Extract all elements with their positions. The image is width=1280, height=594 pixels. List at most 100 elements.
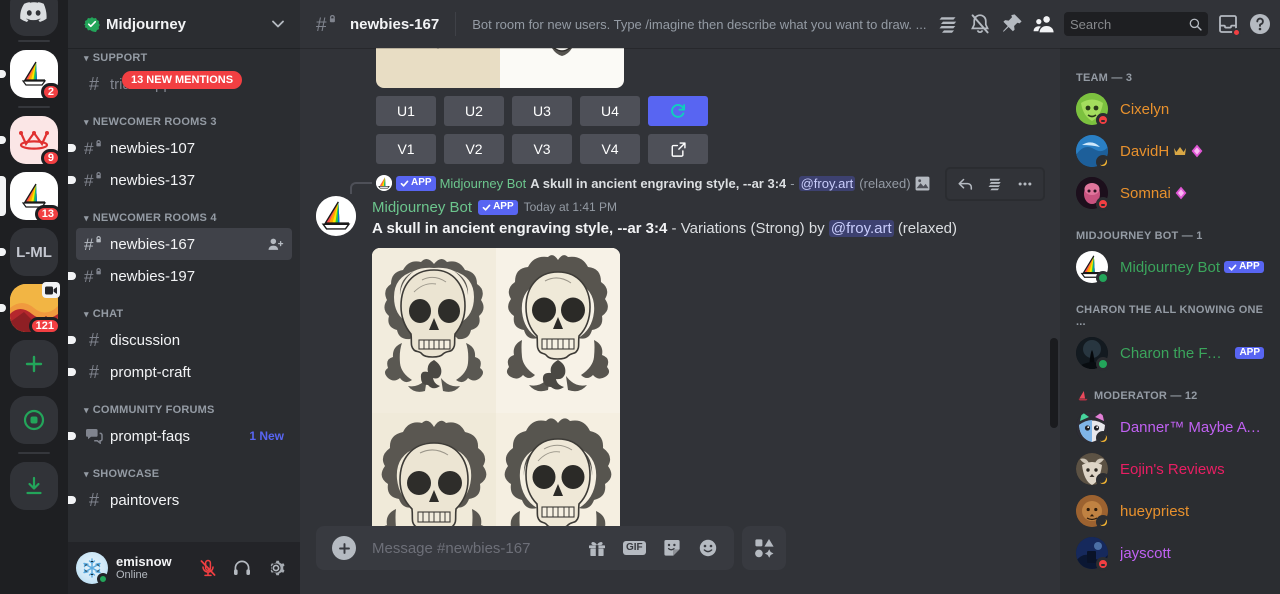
server-icon-midjourney[interactable]: 13 bbox=[0, 172, 61, 223]
message-content: A skull in ancient engraving style, --ar… bbox=[372, 219, 1044, 240]
add-member-icon[interactable] bbox=[268, 236, 284, 252]
category-newcomer-rooms-3[interactable]: ▾ NEWCOMER ROOMS 3 bbox=[68, 100, 300, 132]
chevron-down-icon[interactable] bbox=[272, 20, 284, 28]
help-icon[interactable] bbox=[1248, 12, 1272, 36]
message-input-box[interactable]: GIF bbox=[316, 526, 734, 570]
status-badge bbox=[1096, 473, 1110, 487]
mention-froy-art[interactable]: @froy.art bbox=[798, 175, 856, 191]
category-showcase[interactable]: ▾ SHOWCASE bbox=[68, 452, 300, 484]
member-row-hueypriest[interactable]: hueypriest bbox=[1068, 490, 1272, 532]
members-icon[interactable] bbox=[1032, 12, 1056, 36]
server-icon-l-ml[interactable]: L-ML bbox=[0, 228, 58, 276]
sidebar-item-prompt-craft[interactable]: # prompt-craft bbox=[68, 356, 292, 388]
member-name: hueypriest bbox=[1120, 503, 1189, 520]
member-row-somnai[interactable]: Somnai bbox=[1068, 172, 1272, 214]
attach-button[interactable] bbox=[332, 536, 356, 560]
app-badge-label: APP bbox=[1239, 347, 1260, 358]
sidebar-item-paintovers[interactable]: # paintovers bbox=[68, 484, 292, 516]
divider bbox=[455, 12, 457, 36]
open-external-button[interactable] bbox=[648, 134, 708, 164]
u3-button[interactable]: U3 bbox=[512, 96, 572, 126]
v2-button[interactable]: V2 bbox=[444, 134, 504, 164]
emoji-icon[interactable] bbox=[698, 538, 718, 558]
message-attachment-image[interactable] bbox=[372, 247, 620, 526]
v4-button[interactable]: V4 bbox=[580, 134, 640, 164]
member-row-charon-the-faq[interactable]: Charon the FAQ ... APP bbox=[1068, 332, 1272, 374]
gem-icon bbox=[1175, 186, 1187, 200]
message-scrollbar[interactable] bbox=[1050, 338, 1058, 428]
gif-icon[interactable]: GIF bbox=[623, 541, 646, 555]
topbar-actions bbox=[936, 12, 1272, 37]
server-icon-discord-home[interactable] bbox=[10, 0, 58, 36]
member-row-eojins-reviews[interactable]: Eojin's Reviews bbox=[1068, 448, 1272, 490]
notification-off-icon[interactable] bbox=[968, 12, 992, 36]
sidebar-item-newbies-197[interactable]: # newbies-197 bbox=[68, 260, 292, 292]
add-server-button[interactable] bbox=[10, 340, 58, 388]
u2-button[interactable]: U2 bbox=[444, 96, 504, 126]
status-badge bbox=[1096, 197, 1110, 211]
sidebar-item-newbies-137[interactable]: # newbies-137 bbox=[68, 164, 292, 196]
unread-indicator bbox=[68, 496, 76, 504]
verified-badge-icon bbox=[84, 16, 100, 32]
member-row-midjourney-bot[interactable]: Midjourney Bot APP bbox=[1068, 246, 1272, 288]
channel-topic[interactable]: Bot room for new users. Type /imagine th… bbox=[472, 17, 928, 32]
search-input[interactable] bbox=[1070, 16, 1185, 32]
headset-icon[interactable] bbox=[226, 552, 258, 584]
pin-icon[interactable] bbox=[1000, 12, 1024, 36]
server-icon-midjourney-alt[interactable]: 2 bbox=[0, 50, 61, 101]
unread-indicator bbox=[68, 336, 76, 344]
download-apps-button[interactable] bbox=[10, 462, 58, 510]
hash-lock-icon: # bbox=[84, 234, 104, 254]
server-icon-crown-server[interactable]: 9 bbox=[0, 116, 61, 167]
avatar[interactable] bbox=[316, 196, 356, 236]
unread-indicator bbox=[68, 432, 76, 440]
previous-attachment-preview[interactable] bbox=[300, 48, 1060, 88]
status-badge bbox=[1096, 155, 1110, 169]
message-scroller[interactable]: U1 U2 U3 U4 V1 V2 V3 V4 APP Midjourney B… bbox=[300, 48, 1060, 526]
search-box[interactable] bbox=[1064, 12, 1208, 36]
message-author[interactable]: Midjourney Bot bbox=[372, 199, 472, 216]
u4-button[interactable]: U4 bbox=[580, 96, 640, 126]
category-support[interactable]: ▾ SUPPORT bbox=[68, 36, 300, 68]
avatar[interactable] bbox=[76, 552, 109, 585]
channel-sidebar: Midjourney ▾ SUPPORT # trial-support 13 … bbox=[68, 0, 300, 594]
sticker-icon[interactable] bbox=[662, 538, 682, 558]
mute-icon[interactable] bbox=[192, 552, 224, 584]
message-composer: GIF bbox=[300, 526, 1060, 594]
sidebar-item-discussion[interactable]: # discussion bbox=[68, 324, 292, 356]
member-name: Charon the FAQ ... APP bbox=[1120, 345, 1264, 362]
v1-button[interactable]: V1 bbox=[376, 134, 436, 164]
server-badge: 9 bbox=[40, 149, 61, 167]
member-row-jayscott[interactable]: jayscott bbox=[1068, 532, 1272, 574]
category-newcomer-rooms-4[interactable]: ▾ NEWCOMER ROOMS 4 bbox=[68, 196, 300, 228]
sidebar-item-newbies-107[interactable]: # newbies-107 bbox=[68, 132, 292, 164]
new-mentions-pill[interactable]: 13 NEW MENTIONS bbox=[122, 71, 243, 89]
member-row-danner[interactable]: Danner™ Maybe A Bot bbox=[1068, 406, 1272, 448]
mention-froy-art[interactable]: @froy.art bbox=[828, 220, 894, 237]
message-input[interactable] bbox=[372, 526, 571, 570]
category-chat[interactable]: ▾ CHAT bbox=[68, 292, 300, 324]
sidebar-item-newbies-167[interactable]: # newbies-167 bbox=[76, 228, 292, 260]
explore-servers-button[interactable] bbox=[10, 396, 58, 444]
apps-button[interactable] bbox=[741, 526, 786, 570]
composer-icons: GIF bbox=[587, 538, 718, 558]
sidebar-item-trial-support[interactable]: # trial-support 13 NEW MENTIONS bbox=[76, 68, 292, 100]
server-icon-landscape-server[interactable]: 121 bbox=[0, 282, 61, 335]
member-row-davidh[interactable]: DavidH bbox=[1068, 130, 1272, 172]
reply-context[interactable]: APP Midjourney Bot A skull in ancient en… bbox=[316, 172, 1044, 194]
gift-icon[interactable] bbox=[587, 538, 607, 558]
u1-button[interactable]: U1 bbox=[376, 96, 436, 126]
discord-app: 2 9 13 L-ML 121 Midjourney ▾ SUPPORT # 1… bbox=[0, 0, 1280, 594]
composer-row: GIF bbox=[316, 526, 1044, 570]
refresh-icon bbox=[671, 104, 686, 118]
unread-pill bbox=[0, 304, 6, 312]
v3-button[interactable]: V3 bbox=[512, 134, 572, 164]
inbox-icon[interactable] bbox=[1216, 12, 1241, 37]
category-community-forums[interactable]: ▾ COMMUNITY FORUMS bbox=[68, 388, 300, 420]
threads-icon[interactable] bbox=[936, 12, 960, 36]
sidebar-item-prompt-faqs[interactable]: prompt-faqs 1 New bbox=[68, 420, 292, 452]
member-row-cixelyn[interactable]: Cixelyn bbox=[1068, 88, 1272, 130]
reroll-button[interactable] bbox=[648, 96, 708, 126]
settings-icon[interactable] bbox=[260, 552, 292, 584]
category-label: SHOWCASE bbox=[92, 468, 160, 480]
